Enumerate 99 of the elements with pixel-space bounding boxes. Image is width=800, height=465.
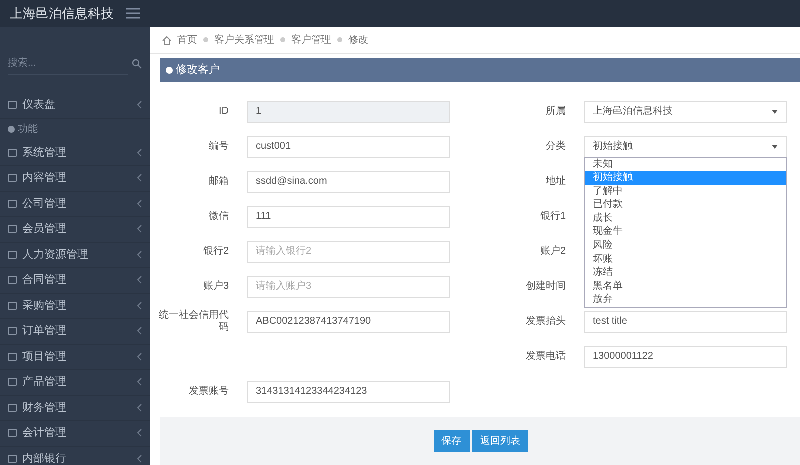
input-field[interactable]: 请输入银行2 [247, 240, 450, 262]
chevron-icon [137, 378, 142, 386]
dropdown-option[interactable]: 了解中 [585, 184, 786, 198]
sidebar-label[interactable]: 内部银行 [22, 450, 66, 465]
chevron-icon [137, 429, 142, 438]
field-label: 账户2 [539, 246, 567, 258]
sidebar-label[interactable]: 人力资源管理 [22, 246, 88, 263]
save-button[interactable]: 保存 [434, 430, 470, 452]
panel-title: 修改客户 [176, 62, 220, 78]
input-field[interactable]: test title [584, 310, 787, 332]
dropdown-option[interactable]: 现金牛 [585, 225, 786, 240]
search-field[interactable]: 搜索... [8, 53, 128, 75]
sidebar-label[interactable]: 公司管理 [22, 196, 66, 212]
field-label: 编号 [208, 140, 230, 152]
info-icon [166, 66, 173, 74]
square-icon [8, 225, 17, 234]
input-field[interactable]: 请输入账户3 [247, 276, 450, 298]
dropdown-option[interactable]: 坏账 [585, 252, 786, 266]
menu-icon[interactable] [126, 8, 140, 19]
search-icon [132, 59, 142, 69]
chevron-icon [137, 454, 142, 463]
square-icon [8, 200, 17, 208]
dropdown-option[interactable]: 已付款 [585, 198, 786, 212]
chevron-icon [137, 101, 142, 110]
dropdown-option[interactable]: 未知 [585, 158, 786, 172]
square-icon [8, 250, 17, 259]
input-field[interactable]: 111 [247, 206, 450, 228]
breadcrumb-link[interactable]: 客户管理 [292, 32, 332, 48]
field-label: 微信 [208, 210, 230, 222]
field-label: ID [218, 106, 230, 118]
breadcrumb-link[interactable]: 客户关系管理 [214, 32, 274, 48]
dropdown-option[interactable]: 风险 [585, 239, 786, 253]
field-label: 账户3 [202, 280, 230, 292]
chevron-icon [137, 352, 142, 361]
square-icon [8, 454, 17, 463]
field-label: 银行2 [202, 246, 230, 258]
back-to-list-button[interactable]: 返回列表 [472, 430, 528, 452]
field-label: 发票账号 [188, 386, 230, 398]
field-label: 发票抬头 [525, 316, 567, 328]
separator-icon [337, 37, 343, 43]
sidebar-label[interactable]: 会计管理 [22, 425, 66, 442]
dropdown-option[interactable]: 放弃 [585, 293, 786, 308]
input-field[interactable]: 31431314123344234123 [247, 380, 450, 402]
sidebar-label[interactable]: 订单管理 [22, 323, 66, 340]
input-field[interactable]: ABC00212387413747190 [247, 310, 450, 332]
chevron-icon [137, 327, 142, 336]
separator-icon [280, 37, 286, 43]
select-field[interactable]: 初始接触 [584, 136, 787, 158]
sidebar-label[interactable]: 会员管理 [22, 221, 66, 238]
field-label: 发票电话 [525, 350, 567, 362]
sidebar-label[interactable]: 财务管理 [22, 400, 66, 416]
input-field[interactable]: ssdd@sina.com [247, 170, 450, 192]
field-label: 银行1 [539, 210, 567, 222]
square-icon [8, 276, 17, 284]
field-label: 地址 [545, 176, 567, 188]
input-field[interactable]: cust001 [247, 136, 450, 158]
field-label: 邮箱 [208, 176, 230, 188]
square-icon [8, 148, 17, 157]
dropdown-option[interactable]: 成长 [585, 212, 786, 226]
square-icon [8, 352, 17, 361]
field-label: 所属 [545, 106, 567, 118]
dropdown-option[interactable]: 黑名单 [585, 280, 786, 294]
chevron-icon [137, 276, 142, 284]
select-field[interactable]: 上海邑泊信息科技 [584, 100, 787, 122]
field-label: 创建时间 [525, 280, 567, 292]
chevron-icon [137, 225, 142, 234]
square-icon [8, 101, 17, 110]
chevron-icon [137, 148, 142, 157]
chevron-icon [137, 302, 142, 310]
caret-icon [772, 144, 778, 148]
home-icon [162, 36, 172, 44]
section-label: 功能 [18, 122, 38, 137]
separator-icon [203, 37, 209, 43]
field-label: 分类 [545, 140, 567, 152]
sidebar-label[interactable]: 项目管理 [22, 348, 66, 365]
sidebar-label[interactable]: 合同管理 [22, 272, 66, 288]
sidebar-label[interactable]: 系统管理 [22, 144, 66, 161]
chevron-icon [137, 174, 142, 182]
chevron-icon [137, 250, 142, 259]
breadcrumb-link[interactable]: 首页 [178, 32, 198, 48]
sidebar-label[interactable]: 产品管理 [22, 374, 66, 390]
input-field[interactable]: 13000001122 [584, 346, 787, 368]
square-icon [8, 429, 17, 438]
square-icon [8, 378, 17, 386]
chevron-icon [137, 404, 142, 412]
dot-icon [8, 126, 15, 133]
square-icon [8, 404, 17, 412]
square-icon [8, 302, 17, 310]
square-icon [8, 174, 17, 182]
chevron-icon [137, 200, 142, 208]
caret-icon [772, 110, 778, 114]
square-icon [8, 327, 17, 336]
sidebar-label[interactable]: 仪表盘 [22, 97, 56, 114]
sidebar-label[interactable]: 内容管理 [22, 170, 66, 186]
field-label: 统一社会信用代码 [158, 310, 230, 334]
brand-title: 上海邑泊信息科技 [10, 4, 114, 23]
input-field[interactable]: 1 [247, 100, 450, 122]
dropdown-option[interactable]: 冻结 [585, 266, 786, 280]
sidebar-label[interactable]: 采购管理 [22, 298, 66, 314]
